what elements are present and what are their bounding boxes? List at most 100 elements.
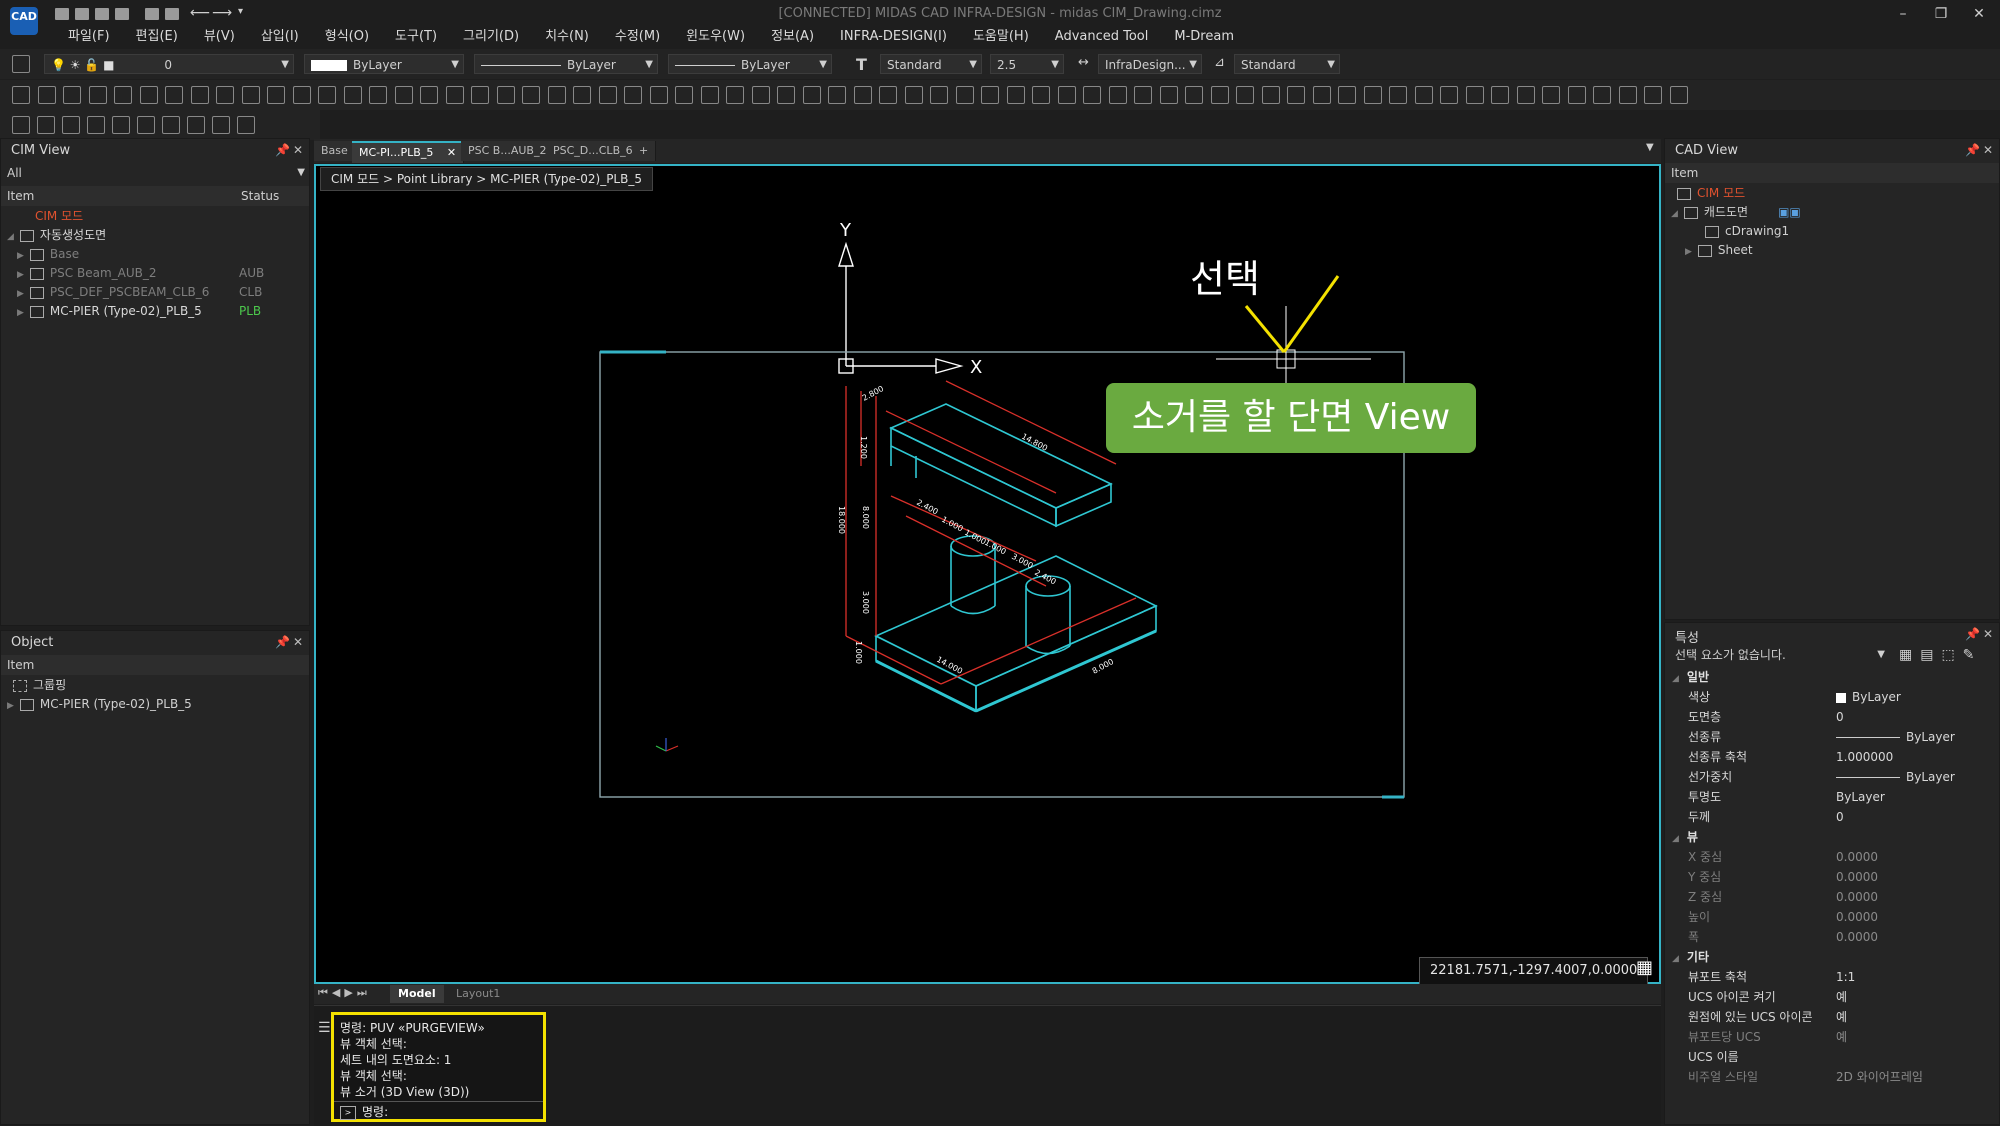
tool-icon[interactable] <box>212 116 230 134</box>
tool-icon[interactable] <box>1185 86 1203 104</box>
tool-icon[interactable] <box>165 86 183 104</box>
tree-item-cim-mode[interactable]: CIM 모드 <box>1677 184 1745 203</box>
property-row[interactable]: Z 중심 0.0000 <box>1664 888 2000 907</box>
tool-icon[interactable] <box>547 86 566 104</box>
tab-psc-beam[interactable]: PSC B...AUB_2 <box>461 141 555 161</box>
tree-item-cdrawing1[interactable]: cDrawing1 <box>1705 222 1789 241</box>
tool-icon[interactable] <box>369 86 387 104</box>
tool-icon[interactable] <box>471 86 489 104</box>
tool-icon[interactable] <box>12 86 30 104</box>
property-row[interactable]: 도면층 0 <box>1664 708 2000 727</box>
pin-icon[interactable]: 📌 <box>1965 143 1980 157</box>
tool-icon[interactable] <box>981 86 999 104</box>
tool-icon[interactable] <box>187 116 205 134</box>
menu-item[interactable]: 윈도우(W) <box>673 26 758 48</box>
property-row[interactable]: 뷰포트 축척 1:1 <box>1664 968 2000 987</box>
tool-icon[interactable] <box>1159 86 1178 104</box>
tool-icon[interactable] <box>1516 86 1535 104</box>
close-panel-icon[interactable]: ✕ <box>1983 627 1993 641</box>
menu-item[interactable]: 치수(N) <box>532 26 602 48</box>
tool-icon[interactable] <box>1567 86 1586 104</box>
add-tab-button[interactable]: + <box>632 141 657 161</box>
tool-icon[interactable] <box>1006 86 1025 104</box>
tool-icon[interactable] <box>1669 86 1688 104</box>
property-row[interactable]: UCS 아이콘 켜기 예 <box>1664 988 2000 1007</box>
menu-item[interactable]: 형식(O) <box>312 26 382 48</box>
tool-icon[interactable] <box>420 86 438 104</box>
cim-filter-combo[interactable]: All ▼ <box>1 163 309 183</box>
tab-model[interactable]: Model <box>390 985 444 1003</box>
tool-icon[interactable] <box>394 86 413 104</box>
menu-item[interactable]: INFRA-DESIGN(I) <box>827 26 960 48</box>
tree-item-mc-pier[interactable]: ▶ MC-PIER (Type-02)_PLB_5 <box>7 695 192 714</box>
tool-icon[interactable] <box>1134 86 1152 104</box>
close-panel-icon[interactable]: ✕ <box>293 635 303 649</box>
property-row[interactable]: 투명도 ByLayer <box>1664 788 2000 807</box>
property-row[interactable]: 선종류 ByLayer <box>1664 728 2000 747</box>
menu-item[interactable]: 수정(M) <box>602 26 673 48</box>
linetype-combo[interactable]: ByLayer ▼ <box>474 54 658 74</box>
expand-icon[interactable]: ◢ <box>7 232 14 242</box>
tool-icon[interactable] <box>522 86 540 104</box>
drawing-viewport[interactable]: Y X 2.800 1.200 14.800 2.400 1.000 1.000… <box>314 164 1661 984</box>
layout-nav-icons[interactable]: ⏮◀▶⏭ <box>318 986 371 1000</box>
tree-item-sheet[interactable]: ▶ Sheet <box>1685 241 1753 260</box>
property-row[interactable]: 폭 0.0000 <box>1664 928 2000 947</box>
tool-icon[interactable] <box>1236 86 1254 104</box>
pin-icon[interactable]: 📌 <box>275 143 290 157</box>
tool-icon[interactable] <box>1210 86 1229 104</box>
property-row[interactable]: 높이 0.0000 <box>1664 908 2000 927</box>
tool-icon[interactable] <box>1338 86 1356 104</box>
cim-tree-item[interactable]: ▶ PSC Beam_AUB_2 AUB <box>17 264 301 283</box>
tool-icon[interactable] <box>853 86 872 104</box>
tree-item-cad-drawing[interactable]: ◢ 캐드도면 ▣▣ <box>1671 203 1801 222</box>
property-row[interactable]: 두께 0 <box>1664 808 2000 827</box>
property-row[interactable]: 비주얼 스타일 2D 와이어프레임 <box>1664 1068 2000 1087</box>
tool-icon[interactable] <box>624 86 642 104</box>
tool-icon[interactable] <box>828 86 846 104</box>
tool-icon[interactable] <box>1108 86 1127 104</box>
layer-combo[interactable]: 💡 ☀ 🔓 ■ 0 ▼ <box>44 54 294 74</box>
property-row[interactable]: X 중심 0.0000 <box>1664 848 2000 867</box>
tool-icon[interactable] <box>37 116 55 134</box>
tool-icon[interactable] <box>1057 86 1076 104</box>
property-row[interactable]: 원점에 있는 UCS 아이콘 예 <box>1664 1008 2000 1027</box>
tool-icon[interactable] <box>139 86 158 104</box>
text-size-combo[interactable]: 2.5 ▼ <box>990 54 1064 74</box>
tool-icon[interactable] <box>62 116 80 134</box>
tool-icon[interactable] <box>292 86 311 104</box>
selection-combo[interactable]: 선택 요소가 없습니다. ▼ <box>1669 645 1889 665</box>
property-row[interactable]: UCS 이름 <box>1664 1048 2000 1067</box>
menu-item[interactable]: 도구(T) <box>382 26 450 48</box>
tool-icon[interactable] <box>237 116 255 134</box>
tool-icon[interactable] <box>675 86 693 104</box>
close-panel-icon[interactable]: ✕ <box>1983 143 1993 157</box>
tool-icon[interactable] <box>1363 86 1382 104</box>
cim-tree-item[interactable]: ▶ Base <box>17 245 301 264</box>
table-style-combo[interactable]: Standard ▼ <box>1234 54 1340 74</box>
layer-manager-icon[interactable] <box>12 55 30 73</box>
property-section-general[interactable]: ◢ 일반 <box>1664 668 1709 687</box>
command-input[interactable]: > 명령: <box>340 1103 388 1120</box>
cim-tree-item[interactable]: ▶ PSC_DEF_PSCBEAM_CLB_6 CLB <box>17 283 301 302</box>
menu-item[interactable]: 파일(F) <box>55 26 123 48</box>
property-row[interactable]: 선가중치 ByLayer <box>1664 768 2000 787</box>
menu-item[interactable]: 도움말(H) <box>960 26 1042 48</box>
tool-icon[interactable] <box>343 86 362 104</box>
tool-icon[interactable] <box>700 86 719 104</box>
tool-icon[interactable] <box>162 116 180 134</box>
tool-icon[interactable] <box>802 86 821 104</box>
tool-icon[interactable] <box>1032 86 1050 104</box>
property-row[interactable]: Y 중심 0.0000 <box>1664 868 2000 887</box>
tool-icon[interactable] <box>63 86 81 104</box>
tool-icon[interactable] <box>573 86 591 104</box>
grid-display-icon[interactable]: ▦ <box>1636 958 1656 978</box>
tool-icon[interactable] <box>930 86 948 104</box>
tool-icon[interactable] <box>955 86 974 104</box>
tool-icon[interactable] <box>496 86 515 104</box>
tool-icon[interactable] <box>649 86 668 104</box>
cim-tree-item[interactable]: ◢ 자동생성도면 <box>7 226 301 245</box>
tool-icon[interactable] <box>1440 86 1458 104</box>
menu-item[interactable]: 뷰(V) <box>191 26 248 48</box>
tool-icon[interactable] <box>1618 86 1637 104</box>
